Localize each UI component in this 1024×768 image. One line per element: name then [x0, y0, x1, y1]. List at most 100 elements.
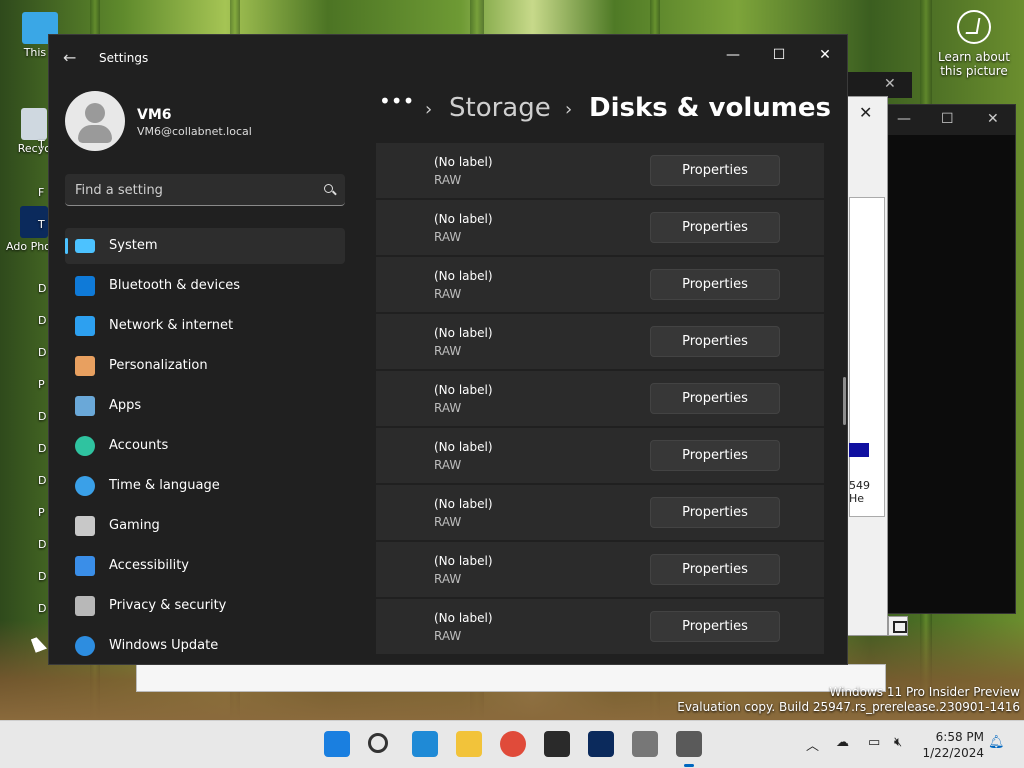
- sidebar-item-gaming[interactable]: Gaming: [65, 508, 345, 544]
- desktop-item-fragment[interactable]: D: [38, 346, 46, 359]
- settings-window: ← Settings — ☐ ✕ VM6 VM6@collabnet.local…: [48, 34, 848, 665]
- user-name: VM6: [137, 107, 172, 123]
- volume-row: (No label) RAW Properties: [376, 314, 824, 369]
- desktop-item-fragment[interactable]: T: [38, 138, 45, 151]
- properties-button[interactable]: Properties: [650, 497, 780, 528]
- file-explorer-icon[interactable]: [456, 731, 482, 757]
- page-title: Disks & volumes: [589, 93, 831, 123]
- maximize-button[interactable]: ☐: [756, 41, 802, 69]
- maximize-icon[interactable]: ☐: [941, 111, 954, 127]
- properties-button[interactable]: Properties: [650, 383, 780, 414]
- minimize-icon[interactable]: —: [897, 111, 911, 127]
- chevron-up-icon[interactable]: ︿: [806, 735, 819, 754]
- sidebar-item-system[interactable]: System: [65, 228, 345, 264]
- photoshop-icon[interactable]: [588, 731, 614, 757]
- edge-icon[interactable]: [412, 731, 438, 757]
- volume-muted-icon[interactable]: 🔇︎: [894, 735, 902, 750]
- desktop-item-fragment[interactable]: D: [38, 442, 46, 455]
- properties-button[interactable]: Properties: [650, 212, 780, 243]
- shield-icon: [75, 596, 95, 616]
- properties-button[interactable]: Properties: [650, 611, 780, 642]
- search-icon[interactable]: [368, 733, 388, 753]
- properties-button[interactable]: Properties: [650, 269, 780, 300]
- package-icon[interactable]: [632, 731, 658, 757]
- learn-about-picture[interactable]: Learn about this picture: [938, 10, 1010, 78]
- sidebar-item-apps[interactable]: Apps: [65, 388, 345, 424]
- properties-button[interactable]: Properties: [650, 554, 780, 585]
- volume-row: (No label) RAW Properties: [376, 542, 824, 597]
- desktop-item-fragment[interactable]: D: [38, 602, 46, 615]
- sidebar-item-label: Personalization: [109, 358, 208, 373]
- sidebar-item-accessibility[interactable]: Accessibility: [65, 548, 345, 584]
- search-box[interactable]: [65, 174, 345, 206]
- globe-clock-icon: [75, 476, 95, 496]
- desktop-item-fragment[interactable]: D: [38, 474, 46, 487]
- selection-highlight: [849, 443, 869, 457]
- sidebar-item-accounts[interactable]: Accounts: [65, 428, 345, 464]
- desktop-item-fragment[interactable]: D: [38, 314, 46, 327]
- volume-row: (No label) RAW Properties: [376, 485, 824, 540]
- volume-label: (No label): [434, 383, 493, 397]
- desktop-item-fragment[interactable]: P: [38, 378, 45, 391]
- volume-filesystem: RAW: [434, 629, 462, 643]
- properties-button[interactable]: Properties: [650, 155, 780, 186]
- breadcrumb-storage[interactable]: Storage: [449, 93, 551, 123]
- close-button[interactable]: ✕: [802, 41, 847, 69]
- sidebar-item-label: System: [109, 238, 158, 253]
- system-icon: [75, 239, 95, 253]
- volumes-list: (No label) RAW Properties (No label) RAW Prop…: [376, 143, 824, 664]
- user-email: VM6@collabnet.local: [137, 125, 252, 138]
- search-icon[interactable]: [324, 184, 333, 193]
- back-arrow-icon[interactable]: ←: [63, 48, 83, 68]
- desktop-item-fragment[interactable]: D: [38, 538, 46, 551]
- volume-filesystem: RAW: [434, 287, 462, 301]
- close-icon[interactable]: ✕: [884, 76, 896, 92]
- desktop-item-fragment[interactable]: T: [38, 218, 45, 231]
- sidebar-item-windows-update[interactable]: Windows Update: [65, 628, 345, 664]
- titlebar[interactable]: ← Settings — ☐ ✕: [49, 35, 847, 81]
- chrome-icon[interactable]: [500, 731, 526, 757]
- avatar[interactable]: [65, 91, 125, 151]
- minimize-button[interactable]: —: [710, 41, 756, 69]
- volume-filesystem: RAW: [434, 458, 462, 472]
- scrollbar-thumb[interactable]: [843, 377, 846, 425]
- volume-row: (No label) RAW Properties: [376, 371, 824, 426]
- desktop-item-fragment[interactable]: F: [38, 186, 44, 199]
- accounts-icon: [75, 436, 95, 456]
- desktop-item-fragment[interactable]: P: [38, 506, 45, 519]
- network-icon[interactable]: ☁: [836, 735, 849, 750]
- breadcrumb-more-button[interactable]: •••: [379, 89, 414, 113]
- volume-filesystem: RAW: [434, 230, 462, 244]
- notification-bell-icon[interactable]: 🔔︎: [988, 735, 1005, 750]
- sidebar-item-privacy-security[interactable]: Privacy & security: [65, 588, 345, 624]
- sidebar-item-label: Gaming: [109, 518, 160, 533]
- sidebar-item-personalization[interactable]: Personalization: [65, 348, 345, 384]
- desktop-item-fragment[interactable]: D: [38, 410, 46, 423]
- properties-button[interactable]: Properties: [650, 326, 780, 357]
- search-input[interactable]: [75, 180, 305, 200]
- display-icon[interactable]: ▭: [868, 735, 880, 750]
- close-icon[interactable]: ✕: [987, 111, 999, 127]
- taskbar: ︿ ☁ ▭ 🔇︎ 6:58 PM 1/22/2024 🔔︎: [0, 720, 1024, 768]
- start-icon[interactable]: [324, 731, 350, 757]
- brush-icon: [75, 356, 95, 376]
- evaluation-watermark: Windows 11 Pro Insider Preview Evaluatio…: [677, 685, 1020, 714]
- desktop-item-fragment[interactable]: D: [38, 570, 46, 583]
- desktop-icon-label: Recyc: [17, 142, 51, 155]
- clock-date: 1/22/2024: [922, 746, 984, 760]
- desktop-item-fragment[interactable]: D: [38, 282, 46, 295]
- sidebar-item-time-language[interactable]: Time & language: [65, 468, 345, 504]
- properties-button[interactable]: Properties: [650, 440, 780, 471]
- volume-filesystem: RAW: [434, 572, 462, 586]
- window-restore-icon[interactable]: [888, 616, 908, 636]
- system-clock[interactable]: 6:58 PM 1/22/2024: [922, 729, 984, 761]
- terminal-icon[interactable]: [544, 731, 570, 757]
- sidebar-item-network-internet[interactable]: Network & internet: [65, 308, 345, 344]
- close-icon[interactable]: ✕: [859, 103, 872, 122]
- sidebar-item-bluetooth-devices[interactable]: Bluetooth & devices: [65, 268, 345, 304]
- volume-label: (No label): [434, 554, 493, 568]
- apps-icon: [75, 396, 95, 416]
- chevron-right-icon: ›: [565, 99, 573, 120]
- volume-label: (No label): [434, 497, 493, 511]
- settings-icon[interactable]: [676, 731, 702, 767]
